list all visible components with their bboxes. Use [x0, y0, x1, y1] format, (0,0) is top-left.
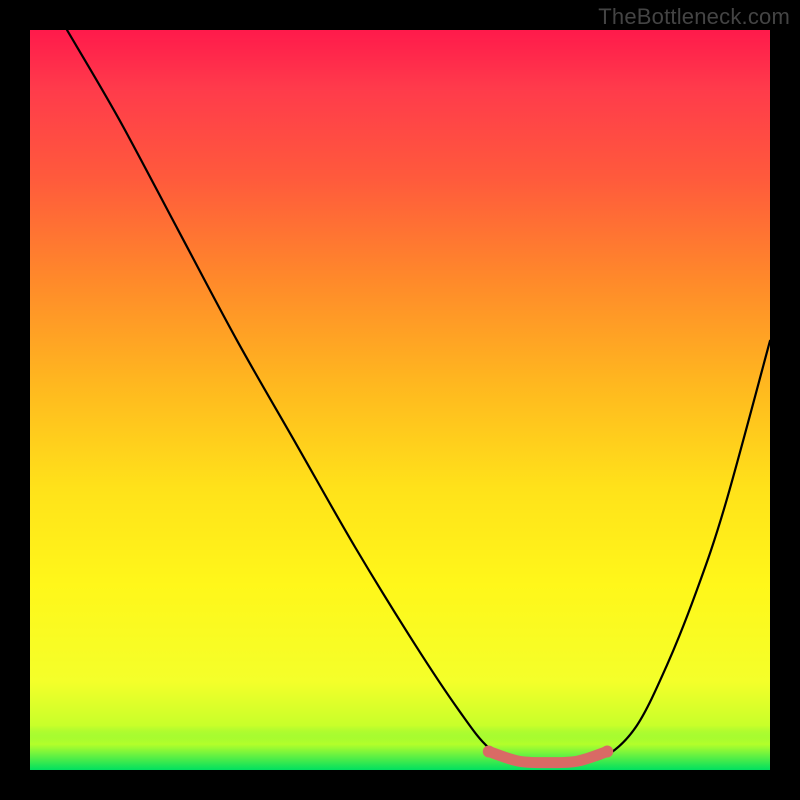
plot-area	[30, 30, 770, 770]
chart-frame: TheBottleneck.com	[0, 0, 800, 800]
plot-background-gradient	[30, 30, 770, 770]
watermark-text: TheBottleneck.com	[598, 4, 790, 30]
